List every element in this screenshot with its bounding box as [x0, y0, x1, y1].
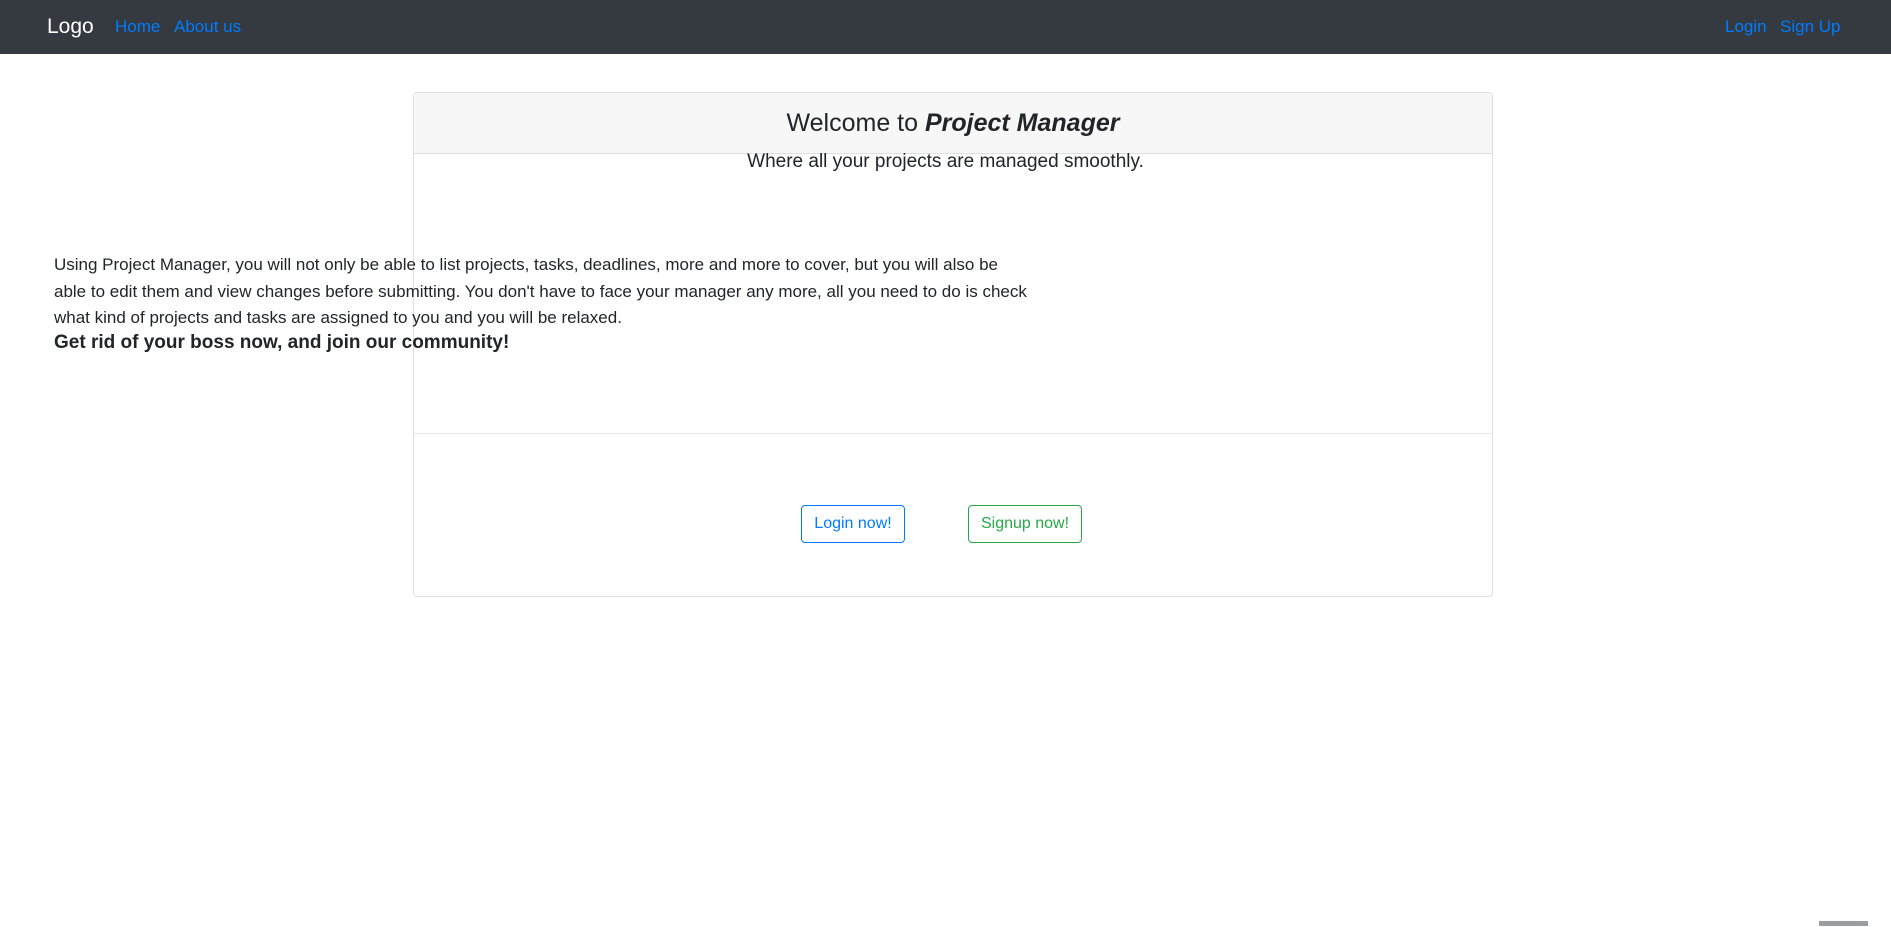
login-now-button[interactable]: Login now!	[801, 505, 905, 543]
call-to-action: Get rid of your boss now, and join our c…	[54, 332, 510, 353]
welcome-prefix: Welcome to	[786, 109, 925, 137]
scrollbar-thumb[interactable]	[1819, 921, 1868, 926]
nav-link-sign-up[interactable]: Sign Up	[1780, 16, 1840, 38]
tagline: Where all your projects are managed smoo…	[747, 151, 1144, 172]
brand-logo[interactable]: Logo	[47, 13, 94, 41]
nav-link-login[interactable]: Login	[1725, 16, 1767, 38]
description-text: Using Project Manager, you will not only…	[54, 255, 1027, 327]
top-navbar: Logo Home About us Login Sign Up	[0, 0, 1891, 54]
signup-now-button[interactable]: Signup now!	[968, 505, 1082, 543]
nav-link-home[interactable]: Home	[115, 16, 160, 38]
card-header: Welcome to Project Manager	[414, 93, 1492, 154]
project-manager-title: Project Manager	[924, 109, 1120, 137]
nav-link-about-us[interactable]: About us	[174, 16, 241, 38]
